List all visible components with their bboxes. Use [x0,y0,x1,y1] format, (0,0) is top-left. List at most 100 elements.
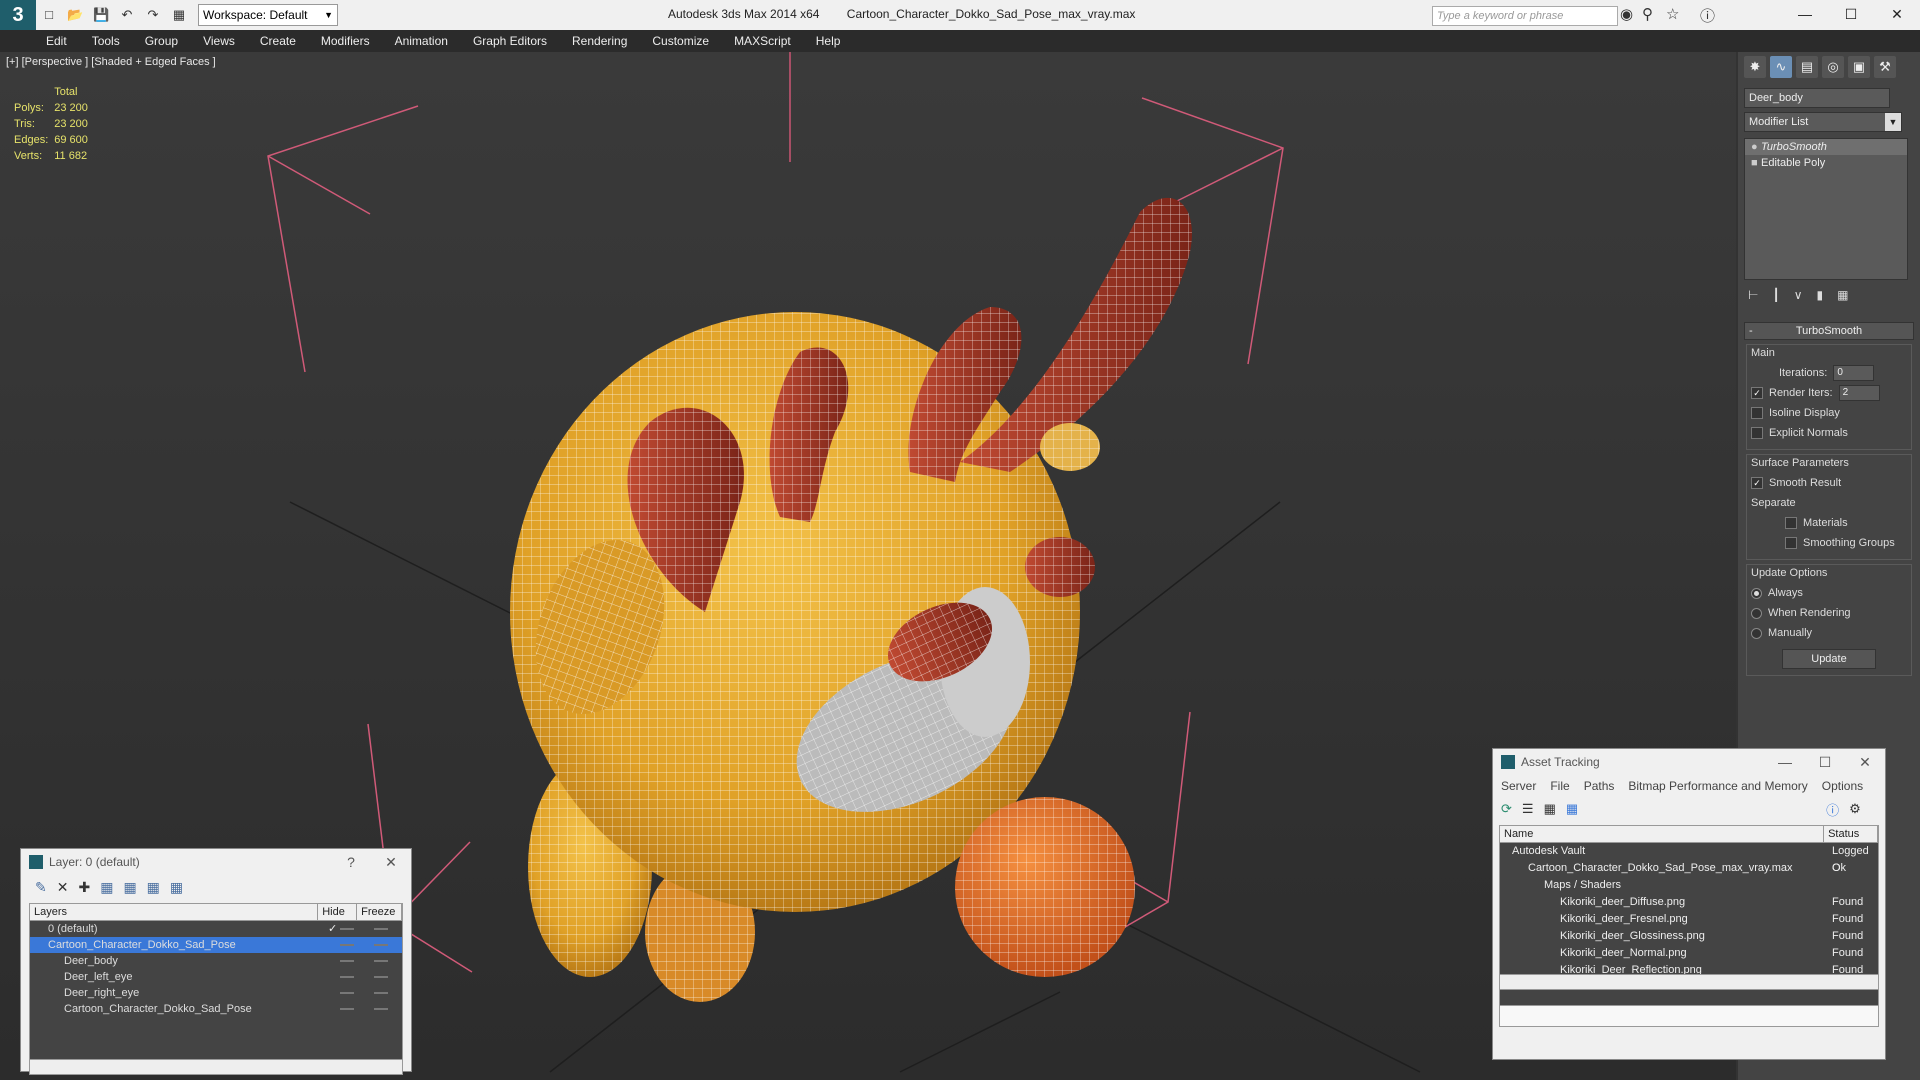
hide-toggle[interactable] [340,992,354,994]
hide-toggle[interactable] [340,928,354,930]
col-name[interactable]: Name [1500,826,1825,842]
make-unique-icon[interactable]: ∨ [1794,288,1803,308]
workspace-dropdown[interactable]: Workspace: Default ▼ [198,4,338,26]
search-input[interactable]: Type a keyword or phrase [1432,6,1618,26]
menu-animation[interactable]: Animation [395,34,448,48]
hide-toggle[interactable] [340,976,354,978]
menu-options[interactable]: Options [1822,779,1863,793]
hide-toggle[interactable] [340,1008,354,1010]
add-to-layer-icon[interactable]: ✚ [78,879,90,896]
freeze-toggle[interactable] [374,992,388,994]
render-iters-checkbox[interactable]: ✓ [1751,387,1763,399]
freeze-all-icon[interactable]: ▦ [170,879,183,896]
highlight-layer-icon[interactable]: ▦ [123,879,136,896]
asset-row[interactable]: Kikoriki_deer_Fresnel.png Found [1500,911,1878,928]
help-icon[interactable]: ⓘ [1700,5,1715,26]
freeze-toggle[interactable] [374,976,388,978]
layer-row[interactable]: Deer_body [30,953,402,969]
smooth-result-checkbox[interactable]: ✓ [1751,477,1763,489]
refresh-icon[interactable]: ⟳ [1501,801,1512,817]
menu-server[interactable]: Server [1501,779,1536,793]
stack-item-editable-poly[interactable]: ■ Editable Poly [1745,155,1907,171]
close-button[interactable]: ✕ [371,849,411,875]
close-button[interactable]: ✕ [1874,0,1920,30]
horizontal-scrollbar[interactable] [1500,974,1878,990]
freeze-toggle[interactable] [374,928,388,930]
project-folder-icon[interactable]: ▦ [171,7,187,23]
binoculars-icon[interactable]: ◉ [1620,5,1633,23]
utilities-tab-icon[interactable]: ⚒ [1874,56,1896,78]
asset-list[interactable]: Name Status Autodesk Vault Logged O Cart… [1499,825,1879,1027]
save-icon[interactable]: 💾 [93,7,109,23]
asset-row[interactable]: Autodesk Vault Logged O [1500,843,1878,874]
pin-stack-icon[interactable]: ⊢ [1748,288,1758,308]
hierarchy-tab-icon[interactable]: ▤ [1796,56,1818,78]
create-tab-icon[interactable]: ✸ [1744,56,1766,78]
layer-row[interactable]: Deer_right_eye [30,985,402,1001]
create-layer-icon[interactable]: ✎ [35,879,47,896]
layer-row[interactable]: Cartoon_Character_Dokko_Sad_Pose [30,1001,402,1017]
object-name-field[interactable]: Deer_body [1744,88,1890,108]
expand-icon[interactable]: ■ [1751,155,1761,171]
maximize-button[interactable]: ☐ [1828,0,1874,30]
menu-modifiers[interactable]: Modifiers [321,34,370,48]
iterations-spinner[interactable]: 0 [1833,365,1875,381]
always-radio[interactable] [1751,587,1762,599]
manually-radio[interactable] [1751,627,1762,639]
viewport-label[interactable]: [+] [Perspective ] [Shaded + Edged Faces… [6,56,216,68]
stack-item-turbosmooth[interactable]: ● TurboSmooth [1745,139,1907,155]
horizontal-scrollbar[interactable] [30,1059,402,1074]
motion-tab-icon[interactable]: ◎ [1822,56,1844,78]
layer-row[interactable]: Cartoon_Character_Dokko_Sad_Pose [30,937,402,953]
materials-checkbox[interactable] [1785,517,1797,529]
help-icon[interactable]: ⓘ [1826,800,1839,819]
new-file-icon[interactable]: □ [41,7,57,23]
delete-layer-icon[interactable]: ✕ [57,879,69,896]
configure-sets-icon[interactable]: ▦ [1837,288,1848,308]
layer-window-titlebar[interactable]: Layer: 0 (default) ? ✕ [21,849,411,875]
layer-list[interactable]: Layers Hide Freeze 0 (default) ✓ Cartoon… [29,903,403,1075]
list-view-icon[interactable]: ☰ [1522,801,1534,817]
when-rendering-radio[interactable] [1751,607,1762,619]
smoothing-groups-checkbox[interactable] [1785,537,1797,549]
modify-tab-icon[interactable]: ∿ [1770,56,1792,78]
menu-file[interactable]: File [1550,779,1569,793]
layer-row[interactable]: Deer_left_eye [30,969,402,985]
isoline-checkbox[interactable] [1751,407,1763,419]
asset-row[interactable]: Kikoriki_deer_Diffuse.png Found [1500,894,1878,911]
menu-graph-editors[interactable]: Graph Editors [473,34,547,48]
help-button[interactable]: ? [331,849,371,875]
hide-all-icon[interactable]: ▦ [147,879,160,896]
undo-icon[interactable]: ↶ [119,7,135,23]
maximize-button[interactable]: ☐ [1805,749,1845,775]
asset-row[interactable]: Maps / Shaders [1500,877,1878,894]
remove-modifier-icon[interactable]: ▮ [1816,288,1823,308]
menu-rendering[interactable]: Rendering [572,34,627,48]
settings-icon[interactable]: ⚙ [1849,801,1861,817]
open-file-icon[interactable]: 📂 [67,7,83,23]
render-iters-spinner[interactable]: 2 [1838,385,1880,401]
menu-paths[interactable]: Paths [1584,779,1615,793]
freeze-toggle[interactable] [374,960,388,962]
minimize-button[interactable]: — [1765,749,1805,775]
favorites-star-icon[interactable]: ☆ [1666,5,1679,23]
asset-window-titlebar[interactable]: Asset Tracking — ☐ ✕ [1493,749,1885,775]
turbosmooth-rollout-header[interactable]: - TurboSmooth [1744,322,1914,340]
display-tab-icon[interactable]: ▣ [1848,56,1870,78]
active-layer-check-icon[interactable]: ✓ [328,921,337,937]
close-button[interactable]: ✕ [1845,749,1885,775]
hide-toggle[interactable] [340,960,354,962]
freeze-toggle[interactable] [374,944,388,946]
col-layers[interactable]: Layers [30,904,319,920]
col-status[interactable]: Status [1824,826,1878,842]
hide-toggle[interactable] [340,944,354,946]
minimize-button[interactable]: — [1782,0,1828,30]
tree-view-icon[interactable]: ▦ [1544,801,1556,817]
col-hide[interactable]: Hide [318,904,358,920]
explicit-normals-checkbox[interactable] [1751,427,1763,439]
menu-group[interactable]: Group [145,34,178,48]
asset-row[interactable]: Kikoriki_deer_Glossiness.png Found [1500,928,1878,945]
menu-tools[interactable]: Tools [92,34,120,48]
show-end-result-icon[interactable]: ┃ [1772,288,1779,308]
lightbulb-icon[interactable]: ● [1751,139,1761,155]
